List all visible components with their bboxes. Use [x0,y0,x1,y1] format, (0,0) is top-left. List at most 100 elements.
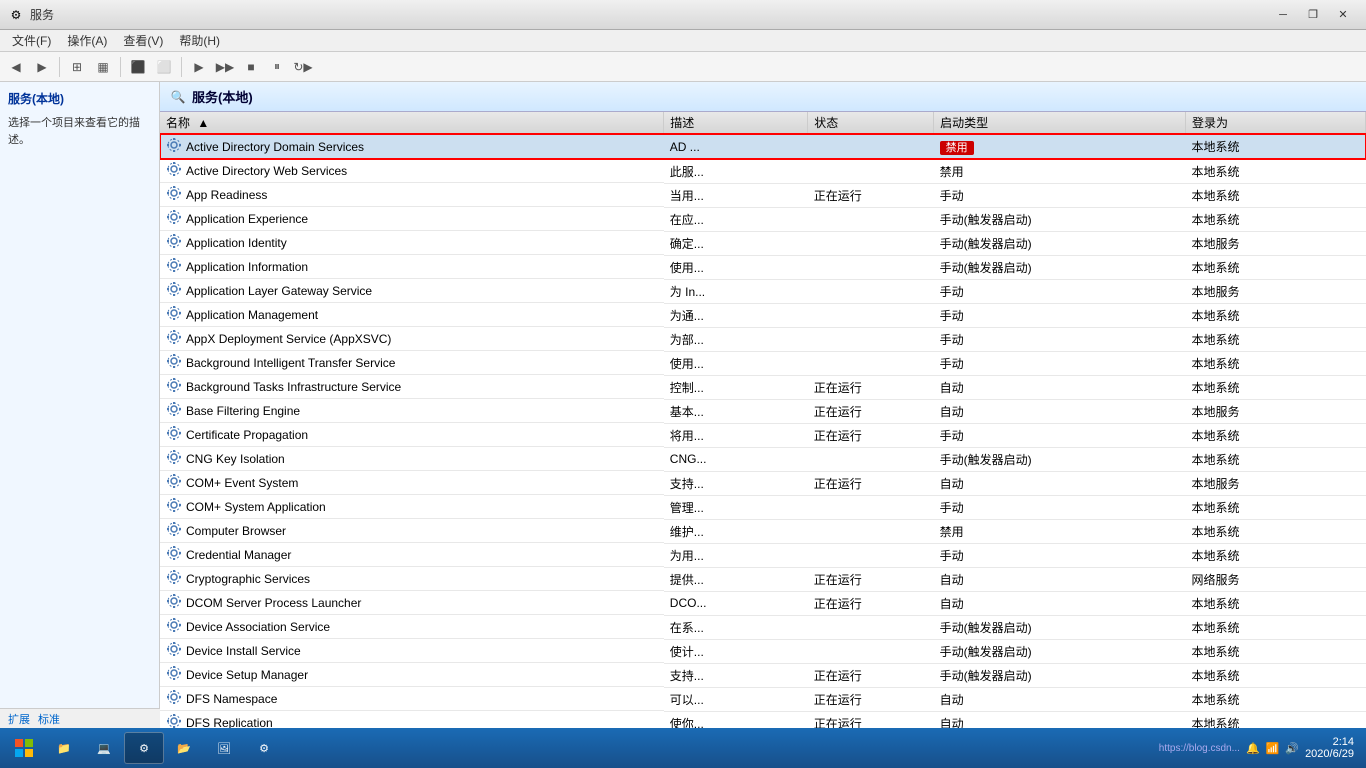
service-login-cell: 本地系统 [1186,351,1366,375]
col-header-status[interactable]: 状态 [808,112,934,134]
taskbar-volume: 🔊 [1285,742,1299,755]
service-name-text: AppX Deployment Service (AppXSVC) [186,332,391,346]
toolbar-icon1[interactable]: ⬛ [126,55,150,79]
table-row[interactable]: CNG Key IsolationCNG...手动(触发器启动)本地系统 [160,447,1366,471]
disabled-badge: 禁用 [940,141,974,155]
stop-button[interactable]: ■ [239,55,263,79]
pause-button[interactable]: ⏸ [265,55,289,79]
restart-button[interactable]: ↻▶ [291,55,315,79]
service-startup-cell: 手动 [934,495,1186,519]
table-row[interactable]: COM+ System Application管理...手动本地系统 [160,495,1366,519]
service-icon [166,449,182,468]
menu-view[interactable]: 查看(V) [115,30,171,51]
view2-button[interactable]: ▦ [91,55,115,79]
table-row[interactable]: AppX Deployment Service (AppXSVC)为部...手动… [160,327,1366,351]
table-row[interactable]: Credential Manager为用...手动本地系统 [160,543,1366,567]
service-startup-cell: 手动(触发器启动) [934,207,1186,231]
service-name-cell: Computer Browser [160,519,664,543]
minimize-button[interactable]: ─ [1268,0,1298,30]
play2-button[interactable]: ▶▶ [213,55,237,79]
col-header-desc[interactable]: 描述 [664,112,808,134]
service-status-cell: 正在运行 [808,663,934,687]
service-icon [166,521,182,540]
folder-icon: 📁 [57,742,71,755]
service-name-cell: COM+ System Application [160,495,664,519]
toolbar: ◀ ▶ ⊞ ▦ ⬛ ⬜ ▶ ▶▶ ■ ⏸ ↻▶ [0,52,1366,82]
service-name-text: Background Intelligent Transfer Service [186,356,395,370]
table-row[interactable]: COM+ Event System支持...正在运行自动本地服务 [160,471,1366,495]
toolbar-icon2[interactable]: ⬜ [152,55,176,79]
table-row[interactable]: Device Setup Manager支持...正在运行手动(触发器启动)本地… [160,663,1366,687]
menu-file[interactable]: 文件(F) [4,30,59,51]
back-button[interactable]: ◀ [4,55,28,79]
service-icon [166,713,182,728]
taskbar-item-folder[interactable]: 📁 [44,732,84,764]
restore-button[interactable]: ❐ [1298,0,1328,30]
table-row[interactable]: Application Experience在应...手动(触发器启动)本地系统 [160,207,1366,231]
forward-button[interactable]: ▶ [30,55,54,79]
table-header-row: 名称 ▲ 描述 状态 启动类型 登录为 [160,112,1366,134]
service-desc-cell: 支持... [664,663,808,687]
files-icon: 📂 [177,742,191,755]
service-name-text: COM+ Event System [186,476,298,490]
table-row[interactable]: Application Layer Gateway Service为 In...… [160,279,1366,303]
view-button[interactable]: ⊞ [65,55,89,79]
service-startup-cell: 手动 [934,423,1186,447]
table-row[interactable]: Background Tasks Infrastructure Service控… [160,375,1366,399]
service-name-text: CNG Key Isolation [186,452,285,466]
taskbar-item-services[interactable]: ⚙ [124,732,164,764]
table-row[interactable]: App Readiness当用...正在运行手动本地系统 [160,183,1366,207]
col-header-startup[interactable]: 启动类型 [934,112,1186,134]
taskbar-network: 📶 [1266,742,1280,755]
taskbar-item-image[interactable]: 🖼 [204,732,244,764]
table-row[interactable]: Application Management为通...手动本地系统 [160,303,1366,327]
table-row[interactable]: DCOM Server Process LauncherDCO...正在运行自动… [160,591,1366,615]
tab-expand[interactable]: 扩展 [8,711,30,727]
gear-icon [166,497,182,513]
start-button[interactable] [4,730,44,766]
play-button[interactable]: ▶ [187,55,211,79]
tab-standard[interactable]: 标准 [38,711,60,727]
service-startup-cell: 自动 [934,567,1186,591]
menu-help[interactable]: 帮助(H) [171,30,228,51]
table-row[interactable]: Certificate Propagation将用...正在运行手动本地系统 [160,423,1366,447]
gear-icon [166,425,182,441]
table-row[interactable]: Base Filtering Engine基本...正在运行自动本地服务 [160,399,1366,423]
service-desc-cell: 使你... [664,711,808,728]
taskbar-item-computer[interactable]: 💻 [84,732,124,764]
col-header-login[interactable]: 登录为 [1186,112,1366,134]
taskbar-item-settings[interactable]: ⚙ [244,732,284,764]
service-icon [166,473,182,492]
table-row[interactable]: Computer Browser维护...禁用本地系统 [160,519,1366,543]
gear-icon [166,569,182,585]
table-row[interactable]: Active Directory Web Services此服...禁用本地系统 [160,159,1366,183]
service-icon [166,305,182,324]
table-row[interactable]: Cryptographic Services提供...正在运行自动网络服务 [160,567,1366,591]
services-table[interactable]: 名称 ▲ 描述 状态 启动类型 登录为 Active Directory Dom… [160,112,1366,728]
table-row[interactable]: Background Intelligent Transfer Service使… [160,351,1366,375]
col-header-name[interactable]: 名称 ▲ [160,112,664,134]
menu-bar: 文件(F) 操作(A) 查看(V) 帮助(H) [0,30,1366,52]
table-row[interactable]: DFS Replication使你...正在运行自动本地系统 [160,711,1366,728]
table-row[interactable]: Device Association Service在系...手动(触发器启动)… [160,615,1366,639]
service-name-text: Application Information [186,260,308,274]
table-row[interactable]: Device Install Service使计...手动(触发器启动)本地系统 [160,639,1366,663]
service-startup-cell: 自动 [934,711,1186,728]
close-button[interactable]: ✕ [1328,0,1358,30]
service-login-cell: 本地系统 [1186,615,1366,639]
taskbar-item-files[interactable]: 📂 [164,732,204,764]
gear-icon [166,329,182,345]
service-login-cell: 本地系统 [1186,327,1366,351]
gear-icon [166,185,182,201]
menu-action[interactable]: 操作(A) [59,30,115,51]
table-row[interactable]: Active Directory Domain ServicesAD ...禁用… [160,134,1366,159]
service-status-cell [808,615,934,639]
title-bar: ⚙ 服务 ─ ❐ ✕ [0,0,1366,30]
service-desc-cell: 为通... [664,303,808,327]
service-status-cell [808,519,934,543]
table-row[interactable]: Application Identity确定...手动(触发器启动)本地服务 [160,231,1366,255]
table-row[interactable]: Application Information使用...手动(触发器启动)本地系… [160,255,1366,279]
table-row[interactable]: DFS Namespace可以...正在运行自动本地系统 [160,687,1366,711]
service-name-cell: COM+ Event System [160,471,664,495]
service-name-cell: Device Install Service [160,639,664,663]
